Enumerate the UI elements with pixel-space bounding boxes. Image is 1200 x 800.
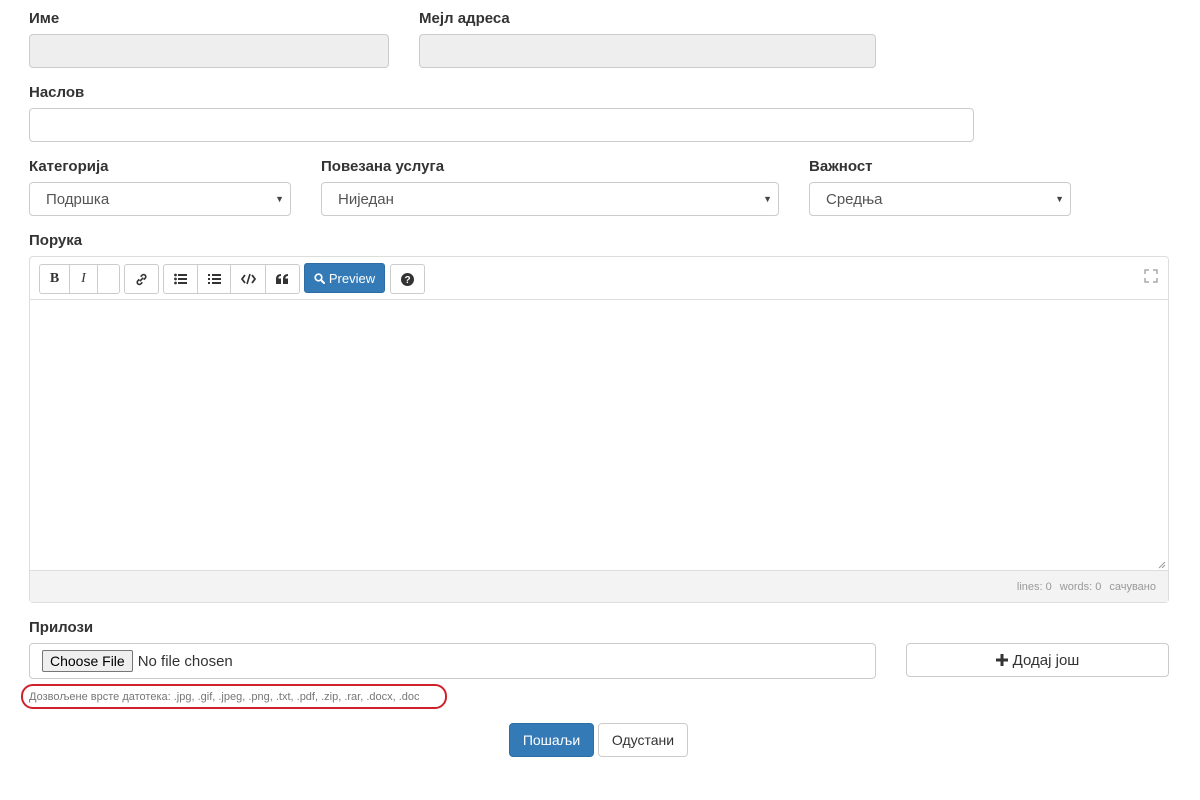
email-input[interactable]: [419, 34, 876, 68]
caret-down-icon: ▼: [763, 194, 772, 204]
search-icon: [314, 272, 325, 284]
subject-label: Наслов: [29, 84, 85, 101]
numbered-list-icon: [207, 274, 221, 284]
help-group: ?: [390, 264, 425, 294]
add-more-label: Додај још: [1012, 651, 1080, 669]
service-label: Повезана услуга: [321, 158, 445, 175]
subject-input[interactable]: [29, 108, 974, 142]
bold-button[interactable]: B: [40, 265, 70, 293]
submit-label: Пошаљи: [522, 732, 581, 748]
attachments-label: Прилози: [29, 619, 94, 636]
link-button[interactable]: [125, 265, 158, 293]
name-input[interactable]: [29, 34, 389, 68]
heading-button[interactable]: [98, 265, 119, 293]
resize-grip-icon[interactable]: [1158, 561, 1166, 569]
code-button[interactable]: [231, 265, 266, 293]
question-circle-icon: ?: [401, 272, 414, 286]
preview-button[interactable]: Preview: [304, 263, 385, 293]
email-label: Мејл адреса: [419, 10, 510, 27]
markdown-editor: B I Preview ? lines: 0 words: 0 сачувано: [29, 256, 1169, 603]
file-input[interactable]: Choose File No file chosen: [29, 643, 876, 679]
preview-label: Preview: [328, 270, 376, 286]
priority-select[interactable]: Средња ▼: [809, 182, 1071, 216]
caret-down-icon: ▼: [275, 194, 284, 204]
quote-button[interactable]: [266, 265, 299, 293]
plus-icon: [995, 654, 1008, 666]
editor-toolbar: B I Preview ?: [30, 257, 1168, 300]
quote-icon: [276, 273, 288, 284]
message-label: Порука: [29, 232, 83, 249]
bullet-list-icon: [174, 273, 187, 285]
priority-label: Важност: [809, 158, 873, 175]
service-select[interactable]: Ниједан ▼: [321, 182, 779, 216]
code-icon: [240, 273, 256, 285]
category-value: Подршка: [46, 190, 110, 208]
italic-icon: I: [81, 271, 86, 286]
link-icon: [136, 273, 147, 285]
cancel-label: Одустани: [611, 732, 675, 748]
link-group: [124, 264, 159, 294]
allowed-file-types: Дозвољене врсте датотека: .jpg, .gif, .j…: [21, 684, 447, 709]
allowed-file-types-text: Дозвољене врсте датотека: .jpg, .gif, .j…: [29, 690, 420, 703]
category-select[interactable]: Подршка ▼: [29, 182, 291, 216]
lines-count: lines: 0: [1016, 580, 1052, 593]
bold-icon: B: [49, 271, 60, 286]
no-file-text: No file chosen: [137, 652, 233, 670]
words-count: words: 0: [1059, 580, 1102, 593]
block-group: [163, 264, 300, 294]
priority-value: Средња: [826, 190, 883, 208]
svg-text:?: ?: [404, 275, 410, 286]
caret-down-icon: ▼: [1055, 194, 1064, 204]
name-label: Име: [29, 10, 60, 27]
cancel-button[interactable]: Одустани: [598, 723, 688, 757]
choose-file-button[interactable]: Choose File: [42, 650, 133, 672]
numbered-list-button[interactable]: [198, 265, 231, 293]
italic-button[interactable]: I: [70, 265, 98, 293]
editor-statusbar: lines: 0 words: 0 сачувано: [30, 570, 1168, 602]
help-button[interactable]: ?: [391, 265, 424, 293]
message-textarea[interactable]: [30, 300, 1168, 571]
add-more-button[interactable]: Додај још: [906, 643, 1169, 677]
format-group: B I: [39, 264, 120, 294]
service-value: Ниједан: [338, 190, 394, 208]
bullet-list-button[interactable]: [164, 265, 198, 293]
submit-button[interactable]: Пошаљи: [509, 723, 594, 757]
autosave-status: сачувано: [1109, 580, 1156, 593]
fullscreen-icon[interactable]: [1144, 269, 1158, 283]
category-label: Категорија: [29, 158, 109, 175]
